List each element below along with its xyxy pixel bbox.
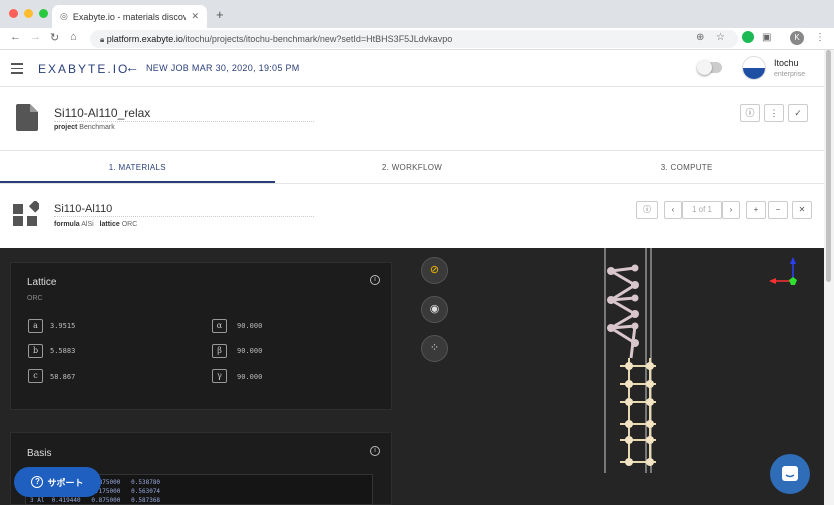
- lattice-a-value[interactable]: 3.9515: [50, 322, 75, 330]
- lattice-info-icon[interactable]: i: [370, 275, 380, 285]
- tab-materials[interactable]: 1. MATERIALS: [0, 151, 275, 183]
- back-icon[interactable]: ←: [10, 31, 21, 43]
- lattice-value: ORC: [121, 221, 138, 228]
- project-label: project: [54, 124, 78, 131]
- remove-material-button[interactable]: −: [768, 201, 788, 219]
- material-info-button[interactable]: ⓘ: [636, 201, 658, 219]
- atoms-icon[interactable]: ⁘: [421, 335, 448, 362]
- page-scrollbar[interactable]: [824, 50, 834, 505]
- profile-avatar[interactable]: K: [790, 31, 804, 45]
- eye-icon[interactable]: ◉: [421, 296, 448, 323]
- close-material-button[interactable]: ✕: [792, 201, 812, 219]
- window-controls: [9, 9, 48, 18]
- lattice-c-label: c: [28, 369, 43, 383]
- extension-2-icon[interactable]: ▣: [762, 32, 771, 43]
- lattice-label: lattice: [99, 221, 120, 228]
- lattice-gamma-value[interactable]: 90.000: [237, 373, 262, 381]
- back-arrow-icon[interactable]: ←: [125, 59, 139, 75]
- browser-tab-strip: ◎ Exabyte.io - materials discover ✕ +: [0, 0, 834, 28]
- close-window-button[interactable]: [9, 9, 18, 18]
- menu-icon[interactable]: [11, 63, 23, 77]
- mode-toggle[interactable]: [697, 60, 722, 75]
- support-button[interactable]: ? サポート: [14, 467, 101, 497]
- job-project: project Benchmark: [54, 124, 115, 131]
- help-icon: ?: [31, 476, 44, 488]
- al-bonds: [620, 358, 656, 463]
- url-host: platform.exabyte.io: [106, 34, 183, 44]
- formula-value: AlSi: [81, 221, 94, 228]
- axes-gizmo-icon: [769, 257, 797, 285]
- formula-label: formula: [54, 221, 80, 228]
- next-material-button[interactable]: ›: [722, 201, 740, 219]
- forward-icon[interactable]: →: [30, 31, 41, 43]
- basis-info-icon[interactable]: i: [370, 446, 380, 456]
- minimize-window-button[interactable]: [24, 9, 33, 18]
- lattice-beta-label: β: [212, 344, 227, 358]
- url-path: /itochu/projects/itochu-benchmark/new?se…: [182, 34, 453, 44]
- material-pager: 1 of 1: [682, 201, 722, 219]
- exabyte-logo[interactable]: EXABYTE.IO: [38, 62, 129, 76]
- lattice-type: ORC: [27, 295, 43, 302]
- bookmark-star-icon[interactable]: ☆: [716, 32, 725, 43]
- maximize-window-button[interactable]: [39, 9, 48, 18]
- lattice-c-value[interactable]: 58.867: [50, 373, 75, 381]
- job-tabs: 1. MATERIALS 2. WORKFLOW 3. COMPUTE: [0, 150, 824, 184]
- lattice-alpha-label: α: [212, 319, 227, 333]
- zoom-icon[interactable]: ⊕: [696, 32, 704, 43]
- lattice-a-label: a: [28, 319, 43, 333]
- user-role: enterprise: [774, 71, 806, 78]
- add-material-button[interactable]: +: [746, 201, 766, 219]
- project-value: Benchmark: [79, 124, 115, 131]
- lattice-b-label: b: [28, 344, 43, 358]
- new-tab-button[interactable]: +: [216, 7, 224, 22]
- material-name-field[interactable]: Si110-Al110: [54, 203, 314, 217]
- lattice-title: Lattice: [27, 277, 57, 288]
- tab-compute[interactable]: 3. COMPUTE: [549, 151, 824, 183]
- disable-icon[interactable]: ⊘: [421, 257, 448, 284]
- prev-material-button[interactable]: ‹: [664, 201, 682, 219]
- page-title: NEW JOB MAR 30, 2020, 19:05 PM: [146, 63, 300, 73]
- job-name-field[interactable]: Si110-Al110_relax: [54, 106, 314, 122]
- lattice-gamma-label: γ: [212, 369, 227, 383]
- extension-icon[interactable]: [742, 31, 754, 43]
- address-bar-row: ← → ↻ ⌂ 🔒︎ platform.exabyte.io/itochu/pr…: [0, 28, 834, 50]
- chat-launcher-button[interactable]: [770, 454, 810, 494]
- lattice-b-value[interactable]: 5.5883: [50, 347, 75, 355]
- user-name[interactable]: Itochu: [774, 58, 799, 68]
- reload-icon[interactable]: ↻: [50, 31, 59, 44]
- job-info-button[interactable]: ⓘ: [740, 104, 760, 122]
- browser-menu-icon[interactable]: ⋮: [815, 32, 825, 43]
- basis-row: 3 Al 0.419440 0.875000 0.587368: [30, 497, 161, 504]
- url-field[interactable]: 🔒︎ platform.exabyte.io/itochu/projects/i…: [90, 30, 738, 48]
- tab-workflow[interactable]: 2. WORKFLOW: [275, 151, 550, 183]
- globe-icon: ◎: [60, 11, 68, 21]
- avatar[interactable]: [742, 56, 766, 80]
- document-icon: [16, 104, 38, 131]
- close-tab-icon[interactable]: ✕: [191, 11, 199, 22]
- crystal-structure-view[interactable]: [598, 248, 668, 473]
- basis-title: Basis: [27, 448, 52, 459]
- job-save-button[interactable]: ✓: [788, 104, 808, 122]
- home-icon[interactable]: ⌂: [70, 31, 77, 43]
- lattice-card: [10, 262, 392, 410]
- material-shapes-icon: [13, 201, 39, 226]
- app-header: EXABYTE.IO ← NEW JOB MAR 30, 2020, 19:05…: [0, 50, 824, 87]
- job-more-button[interactable]: ⋮: [764, 104, 784, 122]
- lock-icon: 🔒︎: [100, 35, 105, 44]
- browser-tab-title: Exabyte.io - materials discover: [72, 11, 187, 22]
- material-meta: formula AlSi lattice ORC: [54, 221, 137, 228]
- browser-tab[interactable]: ◎ Exabyte.io - materials discover ✕: [52, 5, 207, 28]
- chat-icon: [782, 466, 798, 481]
- lattice-alpha-value[interactable]: 90.000: [237, 322, 262, 330]
- lattice-beta-value[interactable]: 90.000: [237, 347, 262, 355]
- support-label: サポート: [47, 477, 84, 488]
